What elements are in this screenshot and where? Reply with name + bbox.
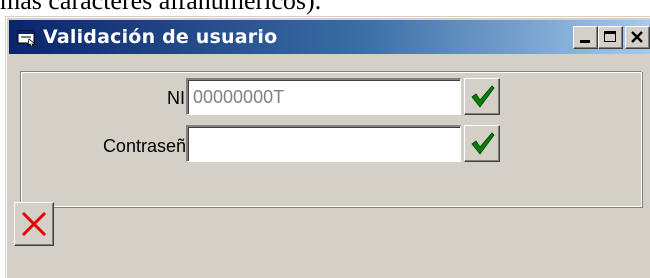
close-button[interactable] [625,26,650,49]
confirm-password-button[interactable] [464,125,500,162]
maximize-icon [604,31,616,42]
confirm-nif-button[interactable] [464,78,500,115]
window-title: Validación de usuario [43,26,278,48]
checkmark-icon [471,85,495,108]
checkmark-icon [471,132,495,155]
maximize-button[interactable] [598,26,623,49]
cancel-x-icon [21,211,47,237]
password-input[interactable] [186,125,461,162]
window-controls [573,26,650,49]
background-document-text: más caracteres alfanuméricos). [0,0,322,15]
password-label: Contraseña [102,136,196,156]
window-app-icon[interactable] [17,28,37,46]
minimize-button[interactable] [573,26,598,49]
cancel-button[interactable] [14,202,54,246]
minimize-icon [580,40,590,43]
close-icon [631,31,643,43]
title-bar[interactable]: Validación de usuario [9,20,650,54]
nif-input[interactable] [186,78,461,115]
